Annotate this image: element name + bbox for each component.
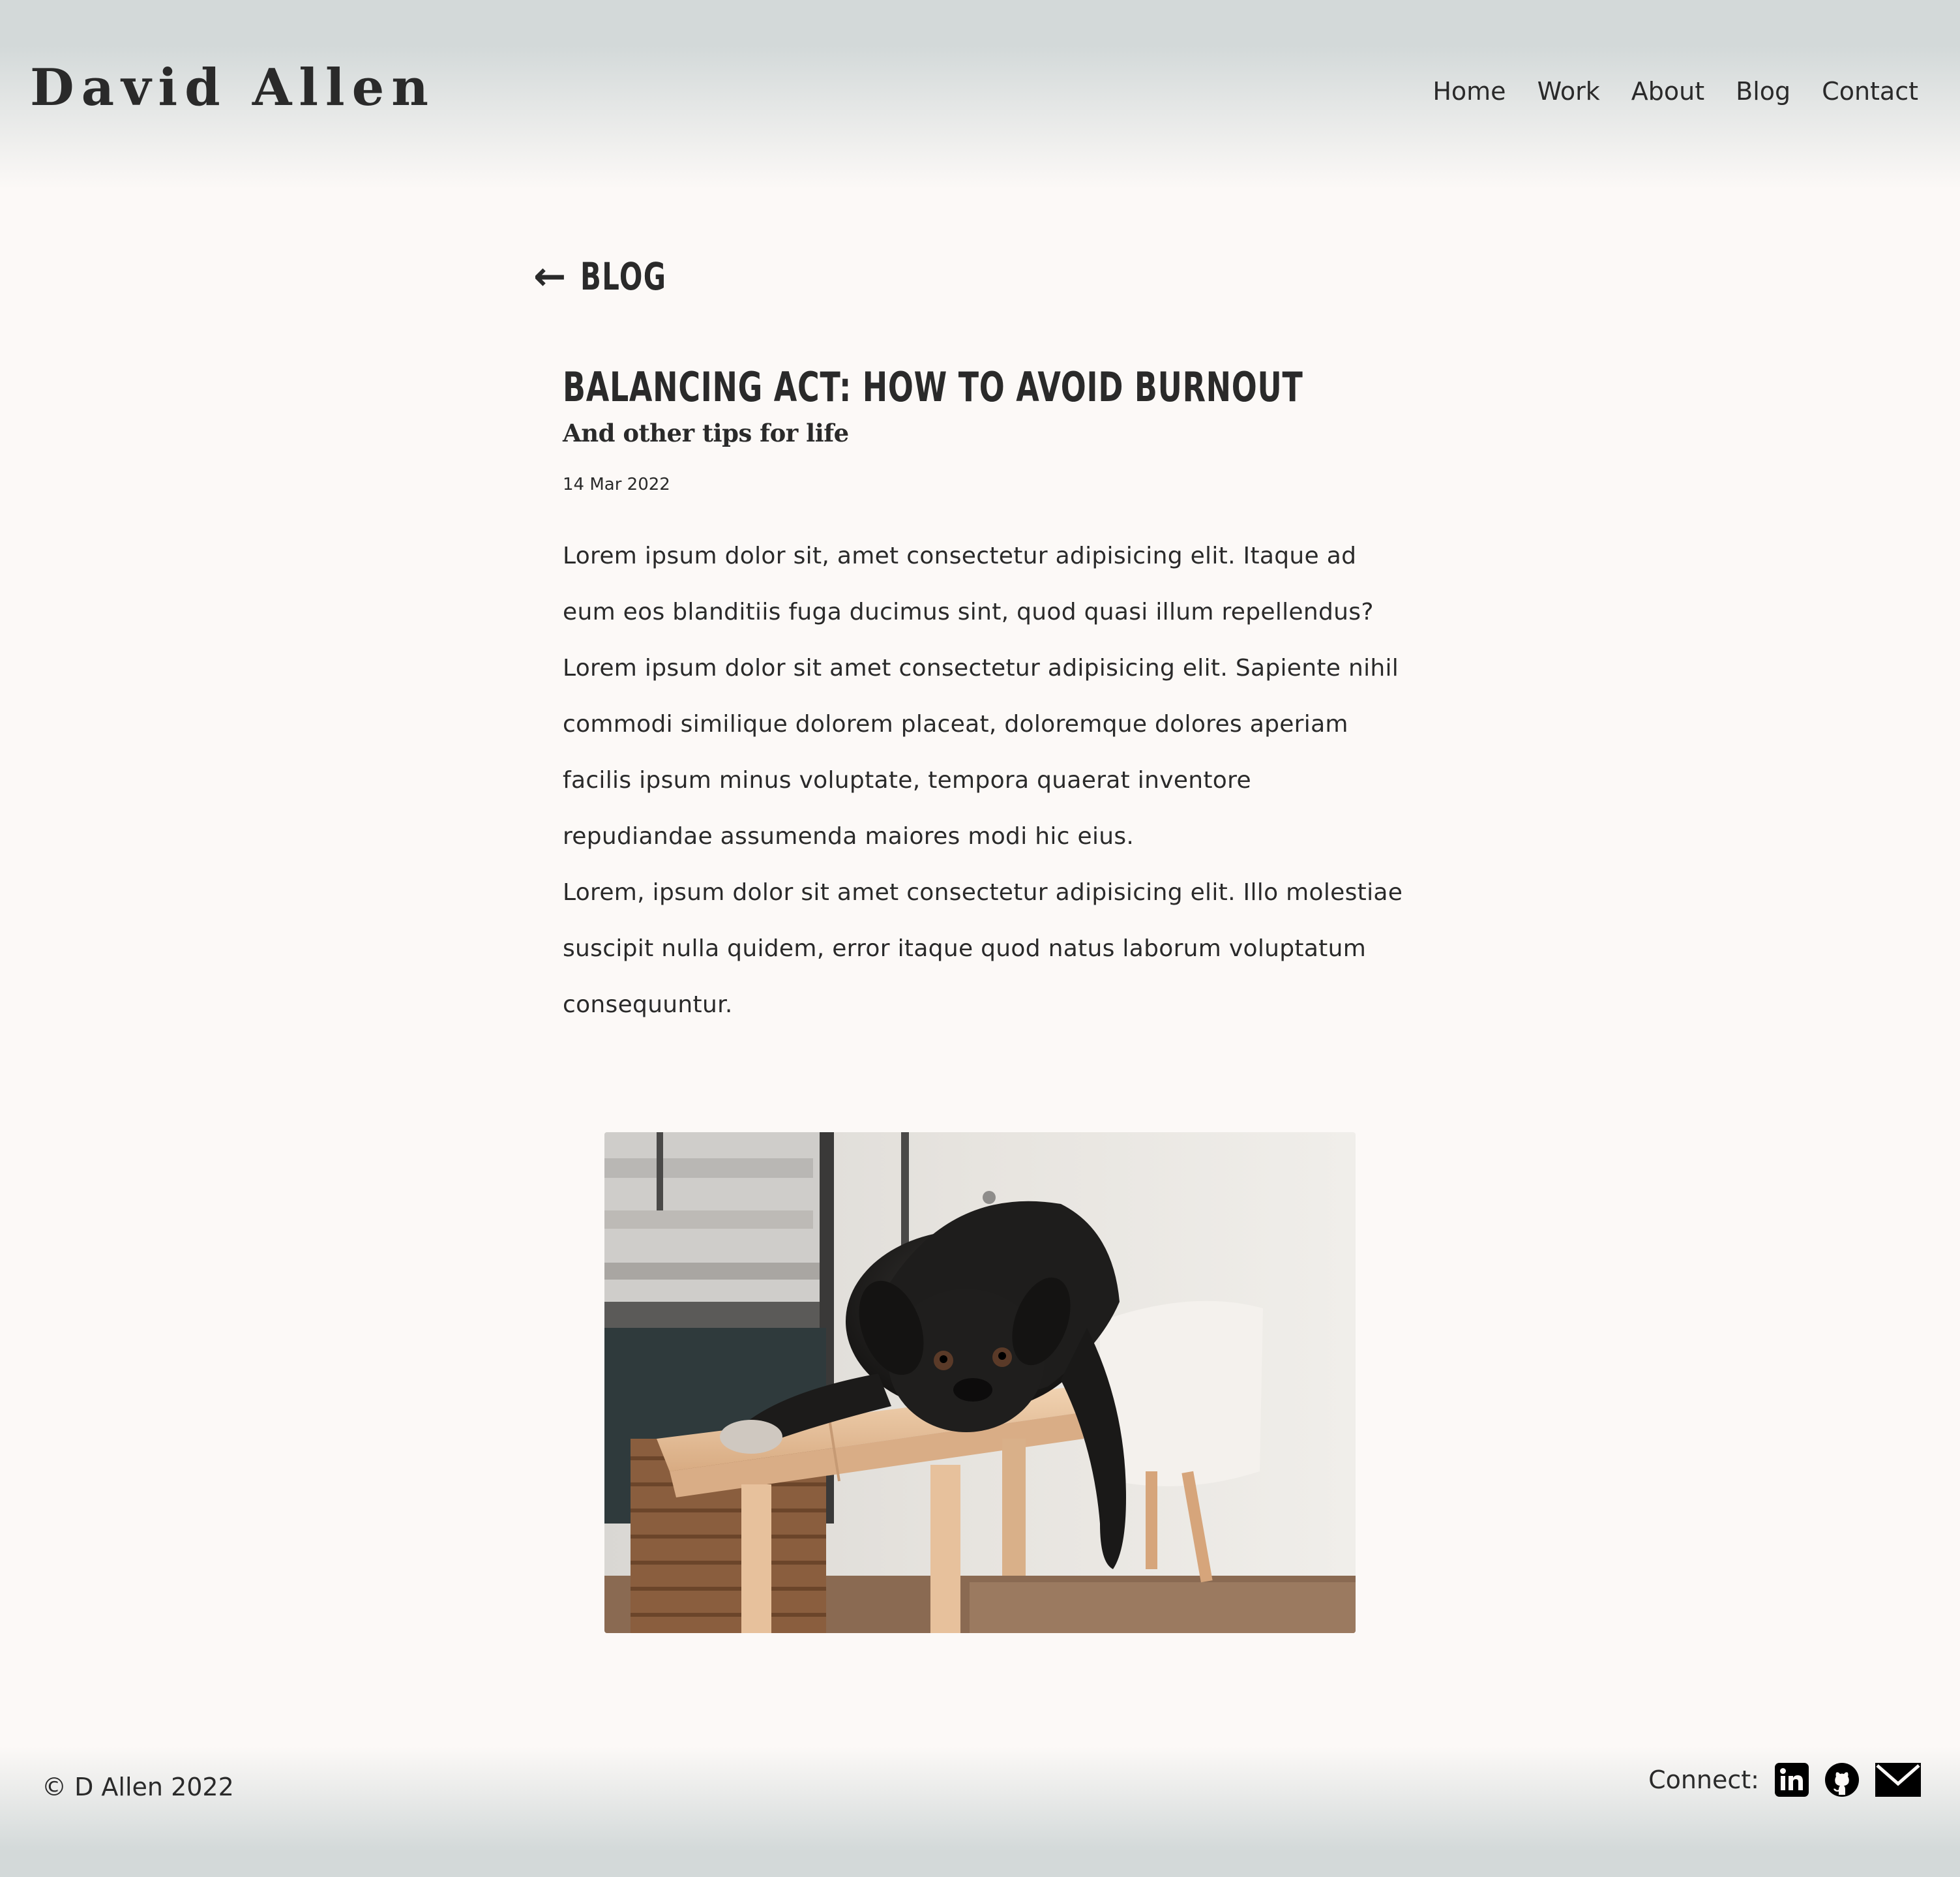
- arrow-left-icon: ←: [533, 254, 567, 299]
- blog-post: BALANCING ACT: HOW TO AVOID BURNOUT And …: [563, 365, 1410, 1033]
- post-date: 14 Mar 2022: [563, 475, 670, 495]
- post-paragraph: Lorem ipsum dolor sit amet consectetur a…: [563, 655, 1399, 850]
- linkedin-icon[interactable]: [1775, 1763, 1809, 1797]
- back-link-label: BLOG: [580, 254, 667, 299]
- copyright-text: © D Allen 2022: [42, 1773, 234, 1801]
- email-icon[interactable]: [1875, 1763, 1921, 1797]
- nav-link-work[interactable]: Work: [1537, 77, 1600, 106]
- site-header: David Allen Home Work About Blog Contact: [0, 0, 1960, 189]
- main-nav: Home Work About Blog Contact: [1433, 77, 1918, 106]
- post-subtitle: And other tips for life: [563, 419, 849, 448]
- post-title: BALANCING ACT: HOW TO AVOID BURNOUT: [563, 363, 1303, 411]
- post-paragraph: Lorem ipsum dolor sit, amet consectetur …: [563, 543, 1374, 626]
- post-image-pug-on-bench: [604, 1132, 1356, 1633]
- post-paragraph: Lorem, ipsum dolor sit amet consectetur …: [563, 879, 1403, 1019]
- pug-photo-illustration: [604, 1132, 1356, 1633]
- connect-label: Connect:: [1648, 1765, 1759, 1794]
- nav-link-about[interactable]: About: [1631, 77, 1704, 106]
- back-to-blog-link[interactable]: ← BLOG: [533, 254, 700, 299]
- site-logo[interactable]: David Allen: [30, 63, 436, 113]
- site-footer: © D Allen 2022 Connect:: [0, 1689, 1960, 1877]
- connect-links: Connect:: [1648, 1762, 1921, 1797]
- post-body: Lorem ipsum dolor sit, amet consectetur …: [563, 528, 1404, 1033]
- nav-link-blog[interactable]: Blog: [1736, 77, 1790, 106]
- nav-link-home[interactable]: Home: [1433, 77, 1506, 106]
- nav-link-contact[interactable]: Contact: [1822, 77, 1918, 106]
- github-icon[interactable]: [1824, 1762, 1860, 1797]
